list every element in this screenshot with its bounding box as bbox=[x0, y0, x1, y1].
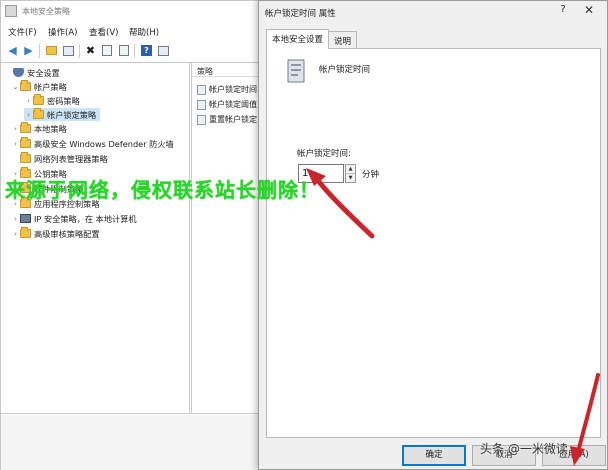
toolbar: ◀ ▶ ✖ ? bbox=[1, 41, 261, 61]
tree-item-account-lockout-policy[interactable]: › 帐户锁定策略 bbox=[24, 108, 101, 121]
list-item[interactable]: 帐户锁定时间 bbox=[197, 83, 262, 96]
unit-label: 分钟 bbox=[362, 170, 380, 180]
tree-item-label: 本地策略 bbox=[34, 123, 67, 134]
status-area bbox=[1, 415, 259, 470]
tab-explain[interactable]: 说明 bbox=[328, 31, 358, 48]
chevron-down-icon[interactable]: ⌄ bbox=[11, 83, 20, 91]
tree-item-network-list-manager[interactable]: 网络列表管理器策略 bbox=[11, 152, 108, 165]
tree-item-security-settings[interactable]: 安全设置 bbox=[4, 66, 60, 79]
policy-document-icon bbox=[287, 59, 305, 83]
close-button[interactable]: ✕ bbox=[579, 3, 599, 19]
lockout-duration-spinner[interactable]: ▲ ▼ bbox=[345, 164, 356, 183]
spin-up-icon[interactable]: ▲ bbox=[346, 165, 355, 173]
chevron-right-icon[interactable]: › bbox=[11, 125, 20, 133]
computer-icon bbox=[20, 214, 31, 223]
tree-item-label: 安全设置 bbox=[27, 67, 60, 78]
menu-view[interactable]: 查看(V) bbox=[89, 26, 118, 38]
toolbar-separator bbox=[39, 44, 40, 58]
tree-item-label: 密码策略 bbox=[47, 95, 80, 106]
tree-item-local-policies[interactable]: › 本地策略 bbox=[11, 122, 67, 135]
column-header-policy[interactable]: 策略 bbox=[192, 63, 262, 77]
tree-item-label: 高级安全 Windows Defender 防火墙 bbox=[34, 138, 174, 149]
policy-icon bbox=[197, 99, 206, 110]
tree-item-label: 帐户策略 bbox=[34, 81, 67, 92]
policy-icon bbox=[197, 84, 206, 95]
help-icon[interactable]: ? bbox=[139, 43, 154, 58]
policy-icon bbox=[197, 114, 206, 125]
spin-down-icon[interactable]: ▼ bbox=[346, 173, 355, 181]
watermark-text: 来源于网络，侵权联系站长删除！ bbox=[5, 178, 320, 202]
show-tree-icon[interactable] bbox=[61, 43, 76, 58]
policy-name: 帐户锁定时间 bbox=[319, 65, 371, 75]
folder-icon bbox=[20, 152, 31, 163]
chevron-right-icon[interactable]: › bbox=[24, 97, 33, 105]
help-button[interactable]: ? bbox=[556, 4, 570, 18]
window-title: 本地安全策略 bbox=[22, 7, 70, 16]
list-item-label: 帐户锁定阈值 bbox=[209, 100, 257, 109]
tree-item-password-policy[interactable]: › 密码策略 bbox=[24, 94, 80, 107]
tab-panel: 帐户锁定时间 帐户锁定时间: ▲ ▼ 分钟 bbox=[266, 48, 601, 438]
app-icon bbox=[5, 5, 17, 17]
policy-list: 策略 帐户锁定时间 帐户锁定阈值 重置帐户锁定 bbox=[191, 63, 262, 413]
folder-icon bbox=[20, 80, 31, 91]
tree-item-firewall[interactable]: › 高级安全 Windows Defender 防火墙 bbox=[11, 137, 174, 150]
folder-icon bbox=[20, 122, 31, 133]
tree-item-advanced-audit[interactable]: › 高级审核策略配置 bbox=[11, 227, 100, 240]
tree-item-label: IP 安全策略，在 本地计算机 bbox=[34, 213, 137, 224]
forward-icon[interactable]: ▶ bbox=[21, 43, 36, 58]
tree-item-ip-security[interactable]: › IP 安全策略，在 本地计算机 bbox=[11, 212, 137, 225]
folder-icon bbox=[20, 227, 31, 238]
tab-local-security-setting[interactable]: 本地安全设置 bbox=[266, 29, 330, 49]
folder-icon bbox=[20, 137, 31, 148]
view-icon[interactable] bbox=[156, 43, 171, 58]
chevron-right-icon[interactable]: › bbox=[11, 230, 20, 238]
folder-icon bbox=[33, 108, 44, 119]
list-item[interactable]: 重置帐户锁定 bbox=[197, 113, 262, 126]
tree-item-account-policies[interactable]: ⌄ 帐户策略 bbox=[11, 80, 67, 93]
shield-icon bbox=[13, 68, 24, 77]
dialog-title: 帐户锁定时间 属性 bbox=[265, 9, 336, 19]
list-item-label: 帐户锁定时间 bbox=[209, 85, 257, 94]
chevron-right-icon[interactable]: › bbox=[11, 215, 20, 223]
delete-icon[interactable]: ✖ bbox=[83, 43, 98, 58]
ok-button[interactable]: 确定 bbox=[402, 445, 466, 466]
console-tree: 安全设置 ⌄ 帐户策略 › 密码策略 › 帐户锁定策略 › 本地策略 › 高级安… bbox=[2, 63, 190, 413]
properties-dialog: 帐户锁定时间 属性 ? ✕ 本地安全设置 说明 帐户锁定时间 帐户锁定时间: ▲… bbox=[258, 0, 608, 470]
menu-file[interactable]: 文件(F) bbox=[8, 26, 37, 38]
lockout-duration-label: 帐户锁定时间: bbox=[297, 149, 351, 159]
back-icon[interactable]: ◀ bbox=[5, 43, 20, 58]
export-icon[interactable] bbox=[116, 43, 131, 58]
tree-item-label: 帐户锁定策略 bbox=[47, 109, 97, 120]
chevron-right-icon[interactable]: › bbox=[24, 111, 33, 119]
list-item[interactable]: 帐户锁定阈值 bbox=[197, 98, 262, 111]
tree-item-label: 网络列表管理器策略 bbox=[34, 153, 108, 164]
folder-icon bbox=[33, 94, 44, 105]
chevron-right-icon[interactable]: › bbox=[11, 140, 20, 148]
toolbar-separator bbox=[134, 44, 135, 58]
tree-item-label: 高级审核策略配置 bbox=[34, 228, 100, 239]
list-item-label: 重置帐户锁定 bbox=[209, 115, 257, 124]
source-credit: 头条 @一米微读 bbox=[480, 442, 568, 456]
menu-help[interactable]: 帮助(H) bbox=[129, 26, 159, 38]
screen: 本地安全策略 文件(F) 操作(A) 查看(V) 帮助(H) ◀ ▶ ✖ ? 安… bbox=[0, 0, 608, 470]
up-folder-icon[interactable] bbox=[44, 43, 59, 58]
menu-action[interactable]: 操作(A) bbox=[48, 26, 77, 38]
toolbar-separator bbox=[79, 44, 80, 58]
properties-icon[interactable] bbox=[99, 43, 114, 58]
